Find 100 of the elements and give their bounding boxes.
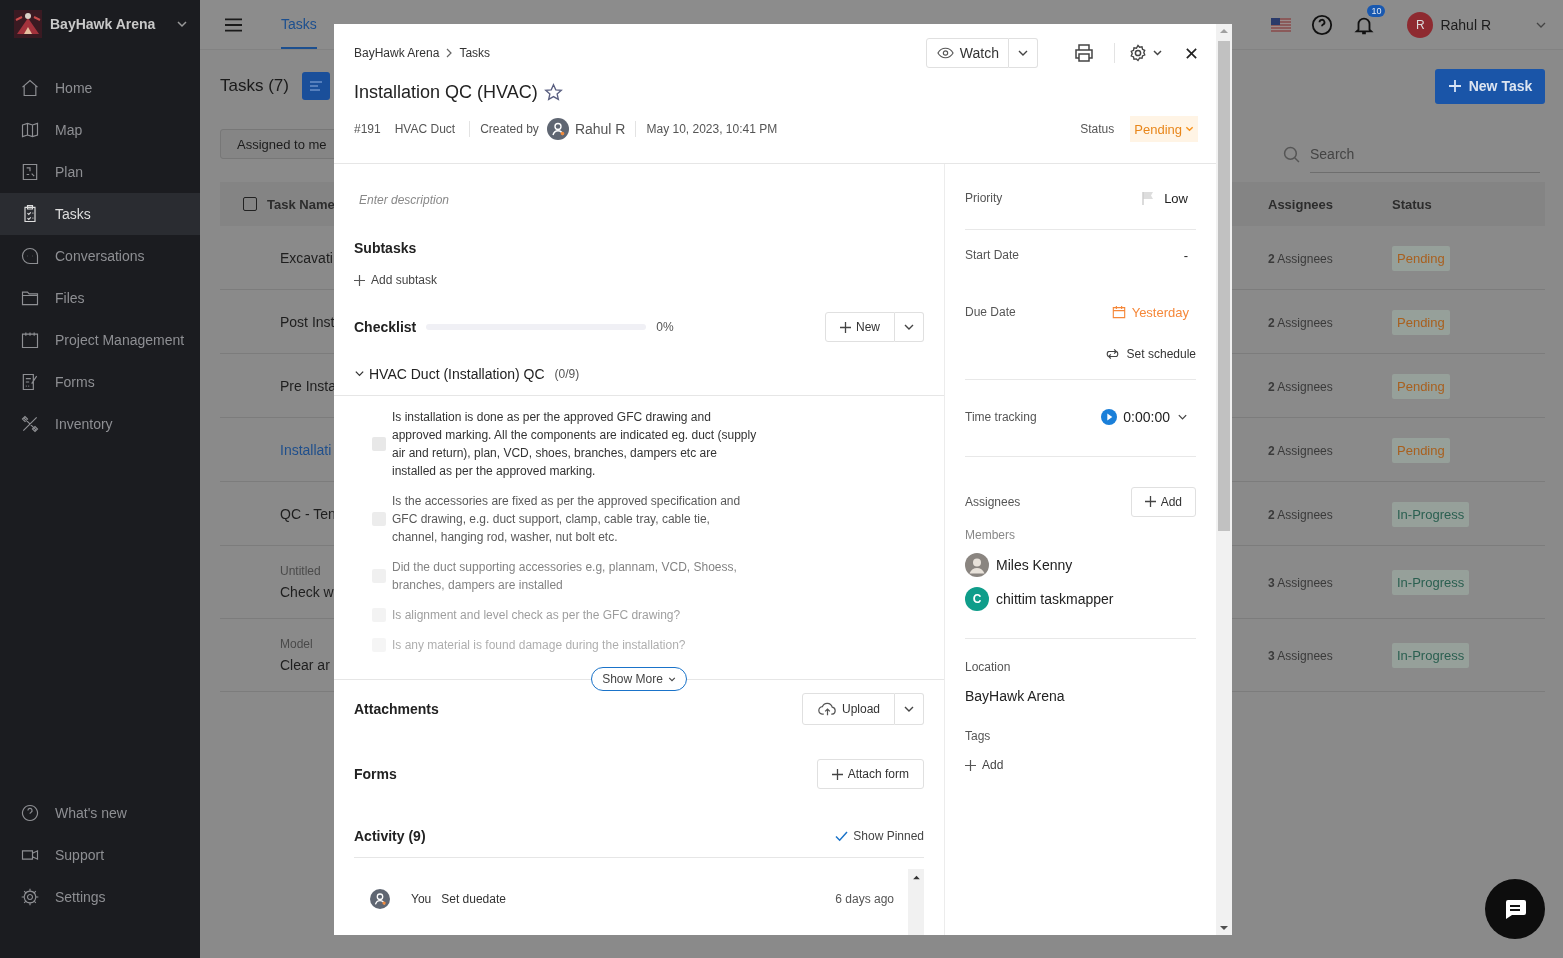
add-assignee-button[interactable]: Add	[1130, 486, 1196, 517]
settings-icon[interactable]	[1129, 43, 1165, 63]
sidebar-item[interactable]: Inventory	[0, 403, 200, 445]
checklist-title[interactable]: HVAC Duct (Installation) QC	[369, 365, 545, 382]
checkbox[interactable]	[243, 197, 257, 211]
caret-icon	[903, 323, 915, 332]
status-label: Status	[1080, 122, 1115, 136]
sidebar-item[interactable]: Settings	[0, 876, 200, 918]
assignee-count: 2 Assignees	[1268, 315, 1333, 330]
task-category: Untitled	[280, 564, 321, 578]
workspace-name[interactable]: BayHawk Arena	[50, 16, 156, 32]
upload-button[interactable]: Upload	[801, 693, 895, 726]
repeat-icon	[1104, 348, 1120, 360]
task-id: #191	[354, 122, 381, 136]
task-name[interactable]: Check w	[280, 584, 334, 600]
user-avatar[interactable]: R	[1407, 11, 1434, 38]
breadcrumb-link[interactable]: Tasks	[459, 46, 491, 60]
star-icon[interactable]	[543, 82, 563, 102]
sidebar-item[interactable]: Files	[0, 277, 200, 319]
tools-icon	[20, 414, 40, 434]
attach-form-button[interactable]: Attach form	[816, 759, 924, 790]
add-subtask-link[interactable]: Add subtask	[354, 272, 438, 289]
show-more-button[interactable]: Show More	[591, 667, 687, 692]
task-name[interactable]: Excavati	[280, 249, 333, 266]
section-title: Checklist	[354, 319, 417, 336]
scrollbar-thumb[interactable]	[1218, 41, 1230, 531]
column-header[interactable]: Task Name	[267, 196, 335, 212]
gear-icon	[20, 887, 40, 907]
sidebar-item[interactable]: Plan	[0, 151, 200, 193]
chevron-down-icon[interactable]	[176, 18, 188, 30]
activity-action: Set duedate	[441, 891, 506, 906]
plus-icon	[840, 321, 851, 333]
flag-icon[interactable]	[1271, 17, 1292, 32]
plus-icon	[965, 759, 976, 771]
plus-icon	[1447, 79, 1462, 93]
message-icon	[1503, 899, 1527, 919]
set-schedule-link[interactable]: Set schedule	[1104, 347, 1196, 361]
sidebar-item[interactable]: Support	[0, 834, 200, 876]
help-icon	[20, 803, 40, 823]
home-icon	[20, 78, 40, 98]
breadcrumb-link[interactable]: BayHawk Arena	[354, 46, 440, 60]
assignee-count: 3 Assignees	[1268, 649, 1333, 663]
check-icon	[835, 831, 849, 842]
start-date-value[interactable]: -	[1183, 247, 1188, 263]
column-header[interactable]: Status	[1392, 196, 1545, 212]
assignee-count: 2 Assignees	[1268, 251, 1333, 266]
help-icon[interactable]	[1311, 13, 1334, 36]
sidebar-item[interactable]: What's new	[0, 792, 200, 834]
activity-time: 6 days ago	[835, 891, 894, 906]
group-label: Members	[965, 528, 1016, 544]
location-value[interactable]: BayHawk Arena	[965, 688, 1196, 706]
priority-value[interactable]: Low	[1164, 190, 1188, 206]
chevron-right-icon	[445, 48, 454, 58]
user-name[interactable]: Rahul R	[1440, 16, 1491, 33]
sidebar-item[interactable]: Forms	[0, 361, 200, 403]
progress-percent: 0%	[656, 320, 674, 335]
search-icon	[1283, 145, 1300, 163]
member-name[interactable]: Miles Kenny	[996, 557, 1073, 573]
play-icon[interactable]	[1101, 409, 1118, 425]
chevron-down-icon[interactable]	[1177, 413, 1188, 421]
plus-icon	[831, 768, 843, 780]
creator-name[interactable]: Rahul R	[574, 121, 626, 137]
task-name[interactable]: Post Inst	[280, 313, 335, 330]
sidebar-item[interactable]: Conversations	[0, 235, 200, 277]
map-icon	[20, 120, 40, 140]
calendar-icon	[1111, 305, 1126, 319]
avatar-icon	[546, 118, 569, 140]
add-tag-link[interactable]: Add	[965, 756, 1196, 774]
checklist-item-text: Is installation is done as per the approved GFC drawing and approved marking. All the components are indicated eg. duct (supply air and return), plan, VCD, shoes, branches, dampers etc are installed as per the approved marking.	[392, 409, 757, 481]
calendar-icon	[20, 330, 40, 350]
dropdown-button[interactable]	[895, 312, 924, 343]
search-field[interactable]: Search	[1310, 135, 1540, 173]
print-icon[interactable]	[1074, 43, 1094, 63]
watch-button[interactable]: Watch	[925, 38, 1009, 68]
caret-icon	[1185, 126, 1194, 132]
member-name[interactable]: chittim taskmapper	[996, 591, 1114, 607]
field-label: Time tracking	[965, 410, 1037, 424]
new-button[interactable]: New	[825, 312, 895, 343]
new-task-button[interactable]: New Task	[1435, 68, 1545, 104]
status-tag: Pending	[1392, 437, 1450, 463]
sidebar-item[interactable]: Tasks	[0, 193, 200, 235]
avatar-icon	[965, 553, 989, 577]
blueprint-icon	[20, 162, 40, 182]
assignee-count: 2 Assignees	[1268, 507, 1333, 522]
sidebar-item[interactable]: Map	[0, 109, 200, 151]
page-title: Tasks (7)	[220, 76, 289, 96]
scroll-up-icon[interactable]	[912, 874, 920, 880]
created-date: May 10, 2023, 10:41 PM	[646, 122, 778, 136]
sidebar-item[interactable]: Project Management	[0, 319, 200, 361]
field-label: Due Date	[965, 305, 1016, 319]
column-header[interactable]: Assignees	[1268, 196, 1392, 212]
menu-icon[interactable]	[225, 17, 242, 32]
dropdown-button[interactable]	[1009, 38, 1038, 68]
show-pinned-toggle[interactable]: Show Pinned	[835, 829, 924, 844]
view-toggle-button[interactable]	[301, 72, 330, 100]
task-name[interactable]: Clear ar	[280, 657, 330, 673]
upload-icon	[817, 701, 837, 717]
scroll-down-icon[interactable]	[1220, 925, 1228, 931]
close-icon[interactable]	[1185, 46, 1198, 60]
sidebar-item[interactable]: Home	[0, 67, 200, 109]
